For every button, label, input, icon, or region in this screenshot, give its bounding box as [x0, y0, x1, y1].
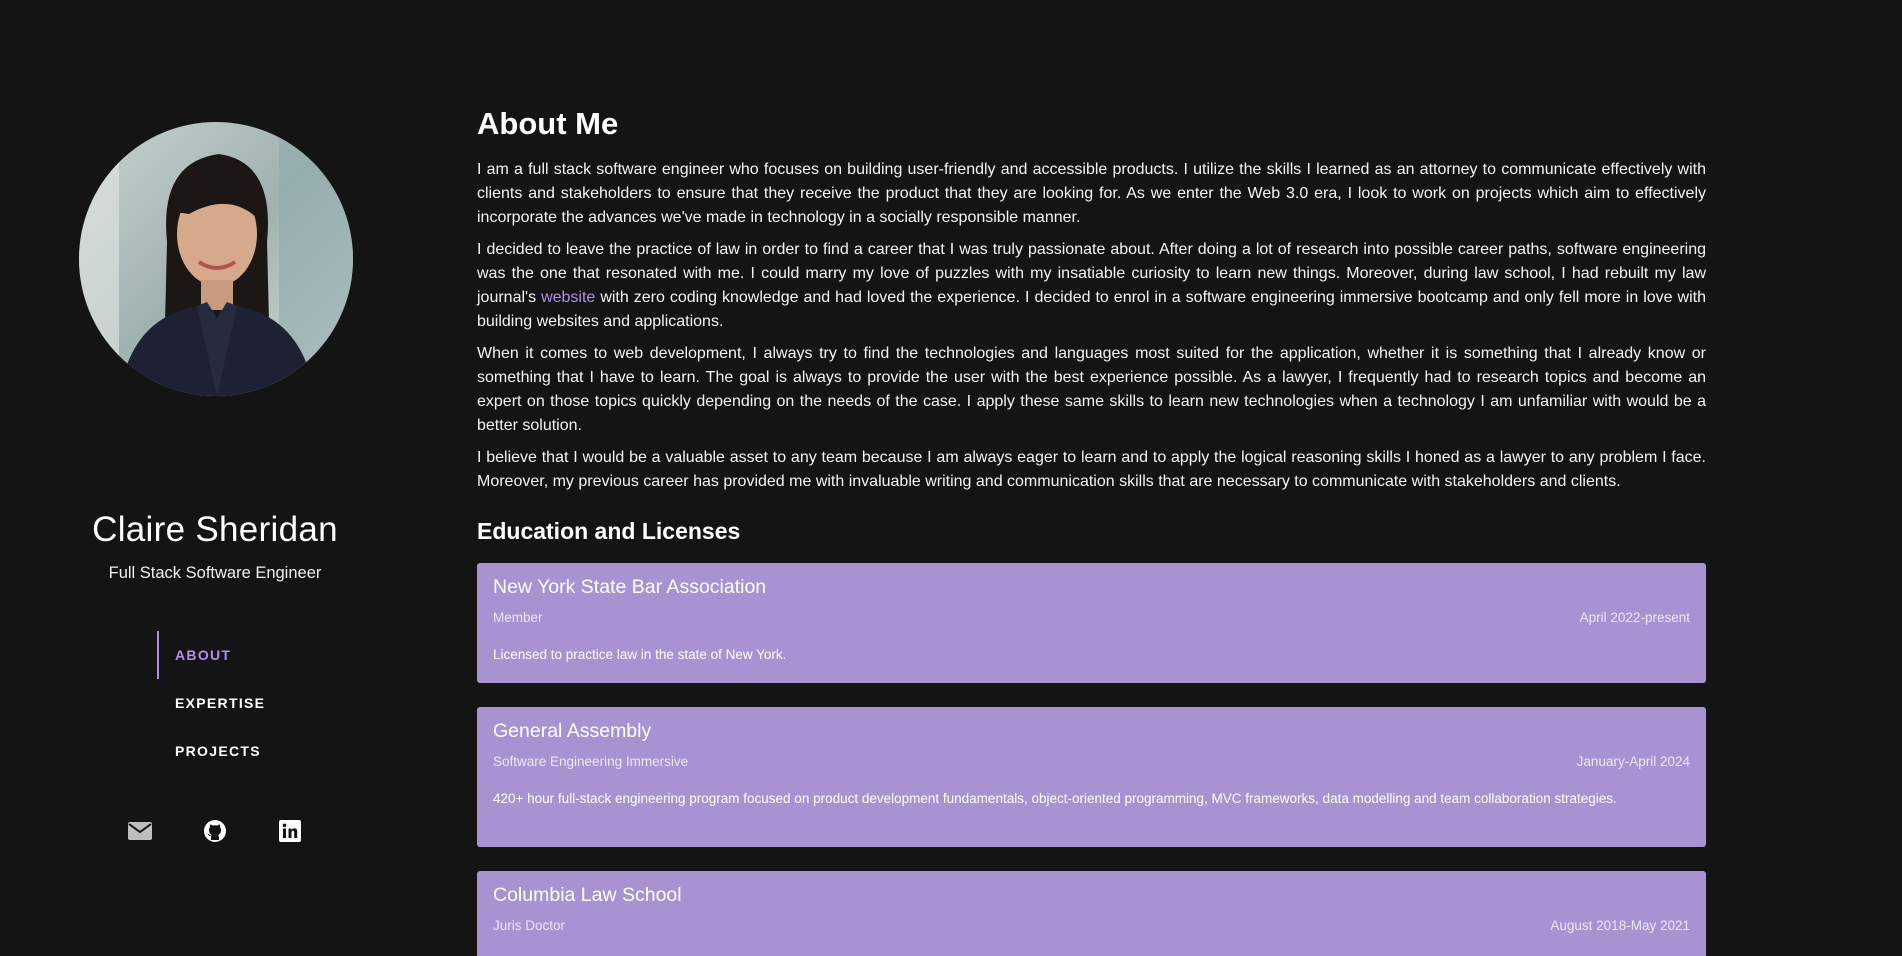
- sidebar: Claire Sheridan Full Stack Software Engi…: [0, 0, 430, 956]
- card-date: January-April 2024: [1576, 754, 1690, 769]
- education-card: General Assembly Software Engineering Im…: [477, 707, 1706, 847]
- card-subtitle: Member: [493, 610, 543, 625]
- profile-name: Claire Sheridan: [92, 510, 338, 549]
- avatar: [79, 122, 353, 396]
- website-link[interactable]: website: [541, 289, 595, 306]
- card-title: New York State Bar Association: [493, 576, 767, 598]
- card-description: 420+ hour full-stack engineering program…: [493, 791, 1617, 806]
- about-paragraph-4: I believe that I would be a valuable ass…: [477, 449, 1706, 490]
- card-date: August 2018-May 2021: [1550, 918, 1690, 933]
- about-title: About Me: [477, 106, 619, 141]
- card-subtitle: Juris Doctor: [493, 918, 566, 933]
- about-paragraph-3: When it comes to web development, I alwa…: [477, 345, 1706, 434]
- profile-role: Full Stack Software Engineer: [108, 564, 322, 582]
- github-icon[interactable]: [202, 818, 228, 844]
- card-title: General Assembly: [493, 720, 652, 742]
- education-title: Education and Licenses: [477, 518, 741, 544]
- mail-icon[interactable]: [127, 818, 153, 844]
- nav-item-projects[interactable]: PROJECTS: [157, 727, 265, 775]
- about-section: I am a full stack software engineer who …: [477, 158, 1706, 502]
- education-card: New York State Bar Association Member Ap…: [477, 563, 1706, 683]
- nav-item-about[interactable]: ABOUT: [157, 631, 265, 679]
- card-date: April 2022-present: [1579, 610, 1690, 625]
- about-paragraph-2-end: with zero coding knowledge and had loved…: [477, 289, 1706, 330]
- education-card: Columbia Law School Juris Doctor August …: [477, 871, 1706, 956]
- section-nav: ABOUT EXPERTISE PROJECTS: [157, 631, 265, 775]
- linkedin-icon[interactable]: [277, 818, 303, 844]
- nav-item-expertise[interactable]: EXPERTISE: [157, 679, 265, 727]
- card-title: Columbia Law School: [493, 884, 682, 906]
- about-paragraph-2: I decided to leave the practice of law i…: [477, 238, 1706, 334]
- card-subtitle: Software Engineering Immersive: [493, 754, 689, 769]
- social-links: [127, 818, 303, 844]
- card-description: Licensed to practice law in the state of…: [493, 647, 787, 662]
- about-paragraph-1: I am a full stack software engineer who …: [477, 161, 1706, 226]
